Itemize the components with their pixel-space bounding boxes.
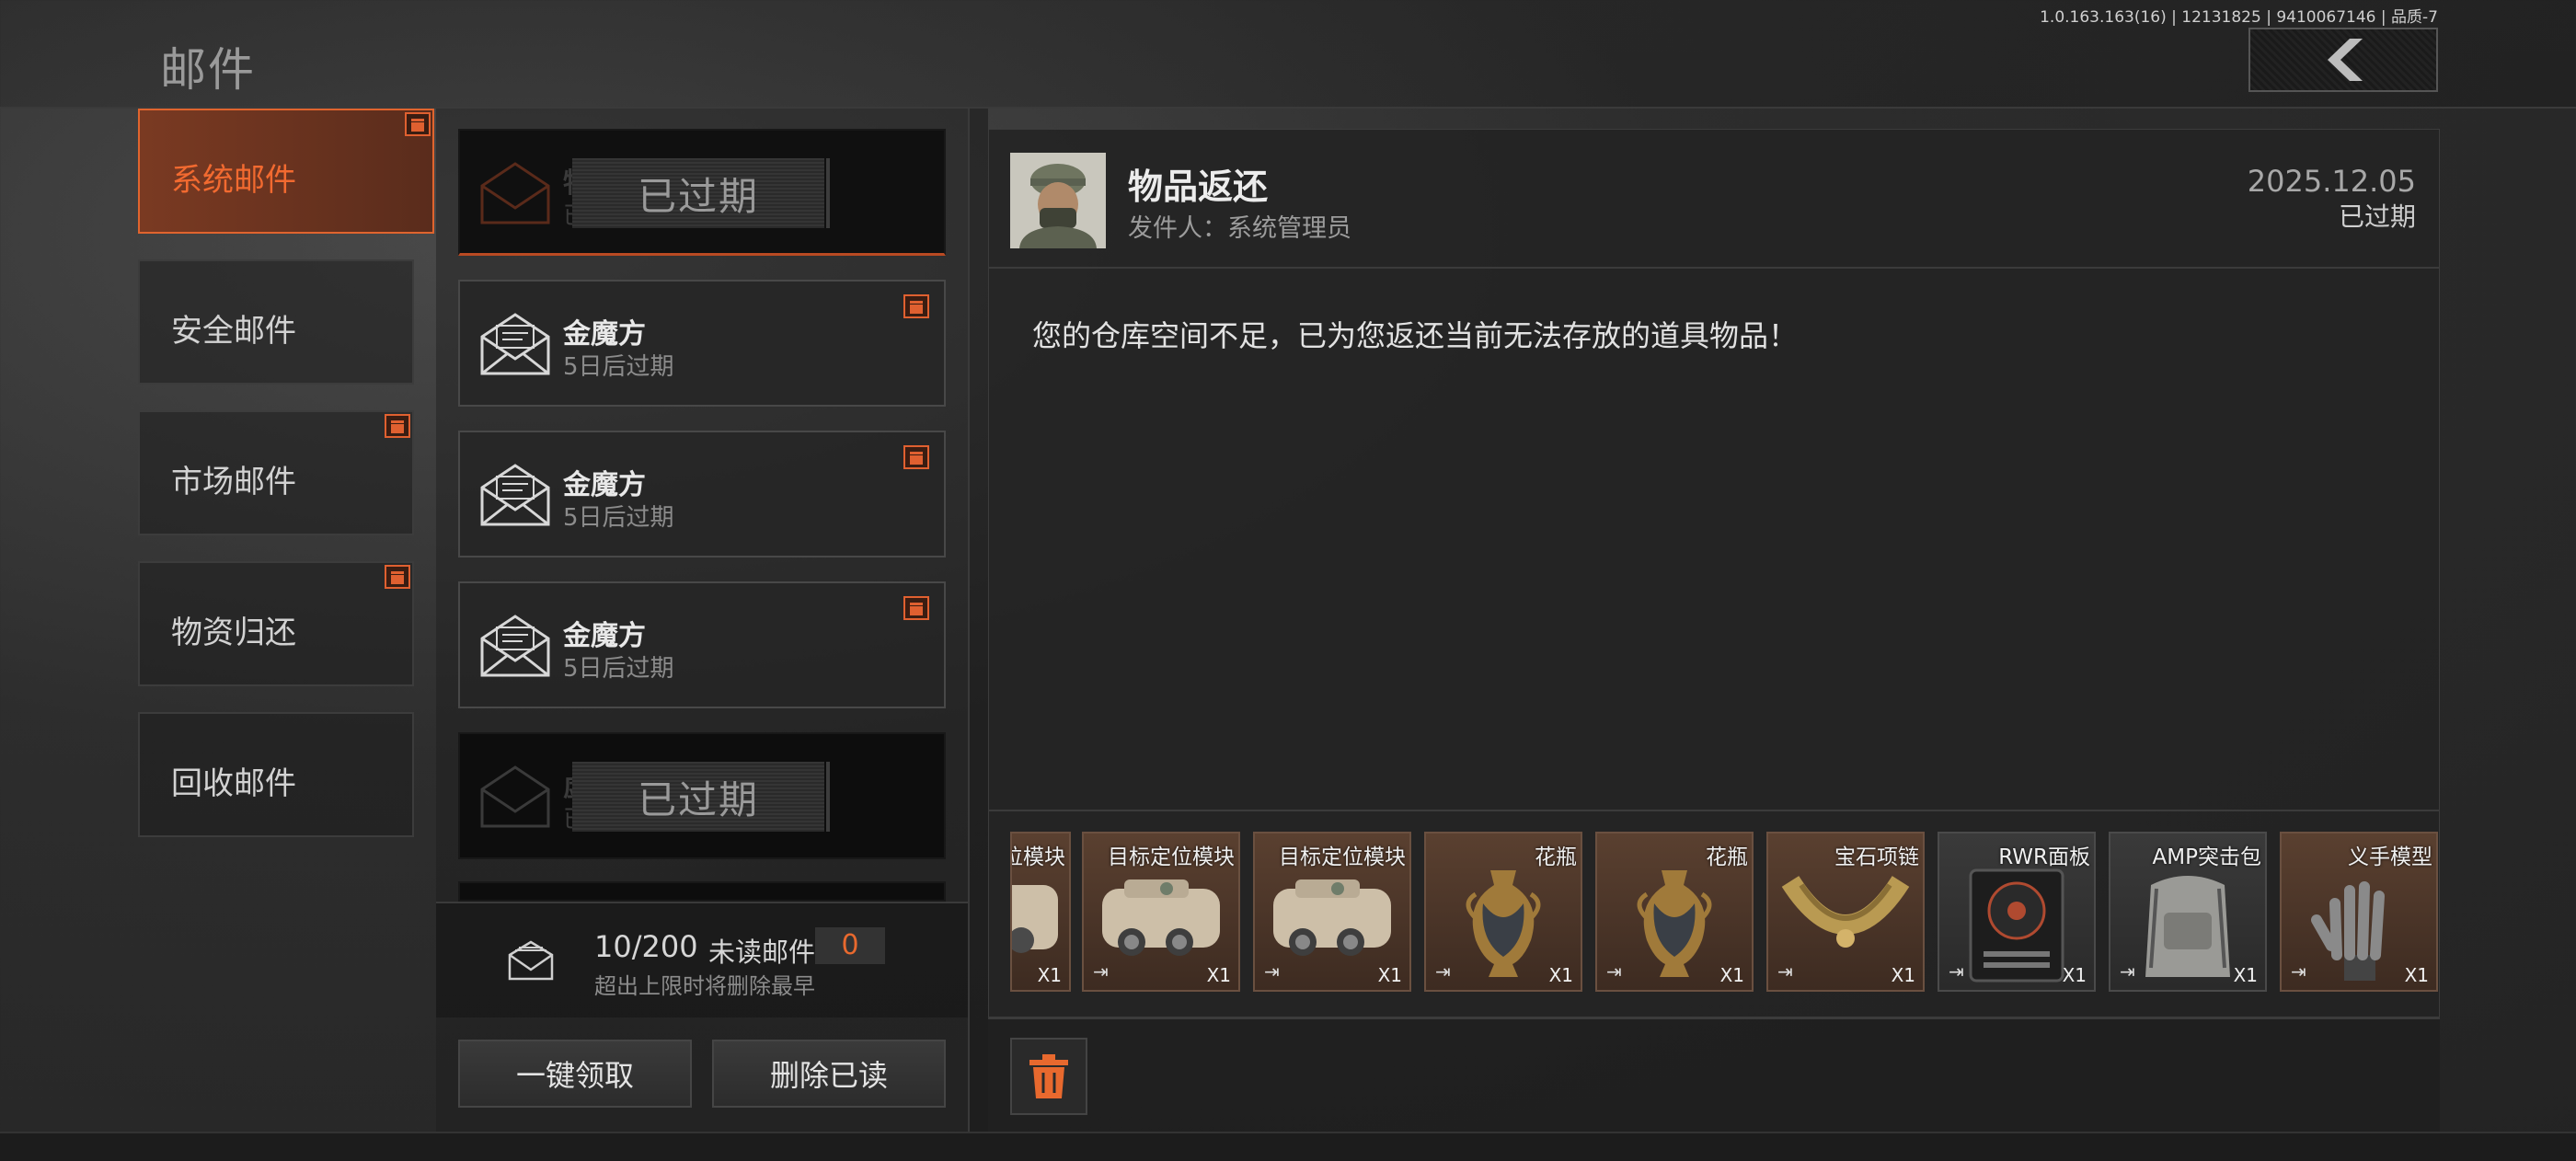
mail-item[interactable]: 金魔方 5日后过期 [458,431,946,558]
item-name: RWR面板 [1998,845,2090,869]
claim-all-button[interactable]: 一键领取 [458,1040,692,1108]
item-name: 位模块 [1012,845,1065,869]
version-info: 1.0.163.163(16) | 12131825 | 9410067146 … [2040,8,2438,27]
attachment-item[interactable]: 目标定位模块 ⇥ X1 [1082,832,1240,992]
equip-icon: ⇥ [2120,960,2135,983]
gift-icon [903,445,929,469]
item-qty: X1 [1037,964,1062,986]
item-name: 目标定位模块 [1279,845,1406,869]
mail-item-partial [458,881,946,902]
delete-mail-button[interactable] [1010,1038,1087,1115]
item-qty: X1 [1377,964,1402,986]
item-qty: X1 [2404,964,2429,986]
item-qty: X1 [1891,964,1915,986]
tab-label: 物资归还 [171,615,296,651]
item-name: 目标定位模块 [1108,845,1235,869]
delete-read-button[interactable]: 删除已读 [712,1040,946,1108]
item-qty: X1 [1548,964,1573,986]
mail-title: 金魔方 [563,620,646,652]
mail-subtitle: 5日后过期 [563,353,674,381]
detail-footer [988,1017,2440,1132]
gift-icon [903,596,929,620]
gift-icon [405,112,431,136]
unread-label: 未读邮件 [708,937,816,968]
equip-icon: ⇥ [1093,960,1109,983]
attachment-item[interactable]: 花瓶 ⇥ X1 [1424,832,1582,992]
mail-subtitle: 5日后过期 [563,504,674,532]
gift-icon [385,565,410,589]
mail-count: 10/200 [594,929,698,964]
tab-recycle-mail[interactable]: 回收邮件 [138,712,414,837]
tab-label: 系统邮件 [171,162,296,199]
expired-overlay: 已过期 [572,158,830,228]
envelope-icon [480,464,550,526]
mail-body: 您的仓库空间不足，已为您返还当前无法存放的道具物品！ [1032,318,1799,353]
mail-title: 金魔方 [563,469,646,501]
tab-system-mail[interactable]: 系统邮件 [138,109,434,234]
tab-security-mail[interactable]: 安全邮件 [138,259,414,385]
item-name: 花瓶 [1535,845,1577,869]
item-name: 宝石项链 [1834,845,1919,869]
attachment-item[interactable]: AMP突击包 ⇥ X1 [2109,832,2267,992]
tab-label: 安全邮件 [171,313,296,350]
equip-icon: ⇥ [1777,960,1793,983]
mail-status: 已过期 [2338,201,2416,232]
attachment-item[interactable]: RWR面板 ⇥ X1 [1938,832,2096,992]
unread-count: 0 [815,927,885,964]
expired-overlay: 已过期 [572,762,830,832]
attachment-item[interactable]: 宝石项链 ⇥ X1 [1766,832,1925,992]
mail-stack-icon [508,940,554,981]
equip-icon: ⇥ [2291,960,2306,983]
envelope-icon [480,313,550,375]
sender-avatar [1010,153,1106,248]
page-title: 邮件 [160,43,256,97]
attachment-item[interactable]: 义手模型 ⇥ X1 [2280,832,2438,992]
envelope-icon [480,765,550,828]
mail-title: 金魔方 [563,318,646,351]
mail-item[interactable]: 虚 已 已过期 [458,732,946,859]
tab-label: 市场邮件 [171,464,296,500]
gift-icon [903,294,929,318]
item-qty: X1 [2062,964,2087,986]
mail-counter: 10/200 未读邮件 0 超出上限时将删除最早 [436,902,968,1017]
mail-title-detail: 物品返还 [1128,167,1269,207]
item-name: 义手模型 [2348,845,2432,869]
item-qty: X1 [1206,964,1231,986]
item-qty: X1 [2233,964,2258,986]
equip-icon: ⇥ [1606,960,1622,983]
tab-supply-return[interactable]: 物资归还 [138,561,414,686]
laser-module-icon [1273,879,1391,956]
mail-item[interactable]: 物 已 已过期 [458,129,946,256]
item-name: 花瓶 [1706,845,1748,869]
equip-icon: ⇥ [1264,960,1280,983]
mail-subtitle: 5日后过期 [563,655,674,683]
attachment-item[interactable]: 花瓶 ⇥ X1 [1595,832,1754,992]
column-divider [968,109,988,1132]
mail-item[interactable]: 金魔方 5日后过期 [458,280,946,407]
trash-icon [1029,1054,1068,1098]
equip-icon: ⇥ [1949,960,1964,983]
mail-date: 2025.12.05 [2247,164,2416,199]
item-qty: X1 [1719,964,1744,986]
tab-market-mail[interactable]: 市场邮件 [138,410,414,535]
attachment-item[interactable]: 位模块 X1 [1010,832,1071,992]
envelope-icon [480,162,550,224]
laser-module-icon [1012,885,1058,953]
equip-icon: ⇥ [1435,960,1451,983]
attachment-item[interactable]: 目标定位模块 ⇥ X1 [1253,832,1411,992]
item-name: AMP突击包 [2152,845,2261,869]
limit-hint: 超出上限时将删除最早 [594,973,815,999]
mail-item[interactable]: 金魔方 5日后过期 [458,581,946,708]
laser-module-icon [1102,879,1220,956]
chevron-left-icon [2328,39,2363,81]
back-button[interactable] [2248,28,2438,92]
gift-icon [385,414,410,438]
tab-label: 回收邮件 [171,765,296,802]
mail-sender: 发件人：系统管理员 [1128,214,1351,243]
envelope-icon [480,615,550,677]
necklace-icon [1781,875,1910,948]
bottom-edge [0,1132,2576,1161]
